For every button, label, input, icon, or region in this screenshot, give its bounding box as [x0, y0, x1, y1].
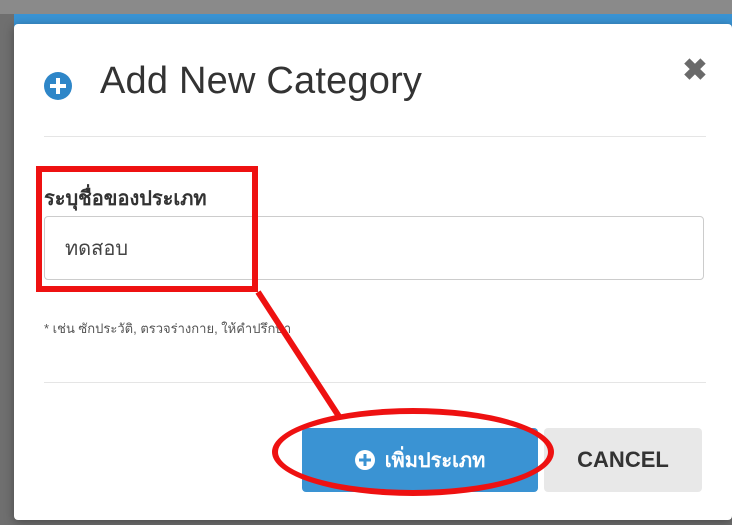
add-category-modal: Add New Category ✖ ระบุชื่อของประเภท * เ… — [14, 24, 732, 520]
add-button-label: เพิ่มประเภท — [384, 450, 486, 472]
modal-header: Add New Category ✖ — [14, 24, 732, 136]
cancel-button[interactable]: CANCEL — [544, 428, 702, 492]
footer-divider — [44, 382, 706, 383]
modal-title: Add New Category — [100, 60, 423, 102]
close-icon[interactable]: ✖ — [682, 56, 708, 86]
add-category-button[interactable]: เพิ่มประเภท — [302, 428, 538, 492]
plus-circle-icon — [354, 450, 375, 470]
input-hint: * เช่น ซักประวัติ, ตรวจร่างกาย, ให้คำปรึ… — [44, 321, 292, 336]
category-name-label: ระบุชื่อของประเภท — [44, 188, 207, 210]
header-divider — [44, 136, 706, 137]
plus-circle-icon — [44, 72, 72, 100]
category-name-input[interactable] — [44, 216, 704, 280]
page-backdrop — [0, 0, 732, 14]
